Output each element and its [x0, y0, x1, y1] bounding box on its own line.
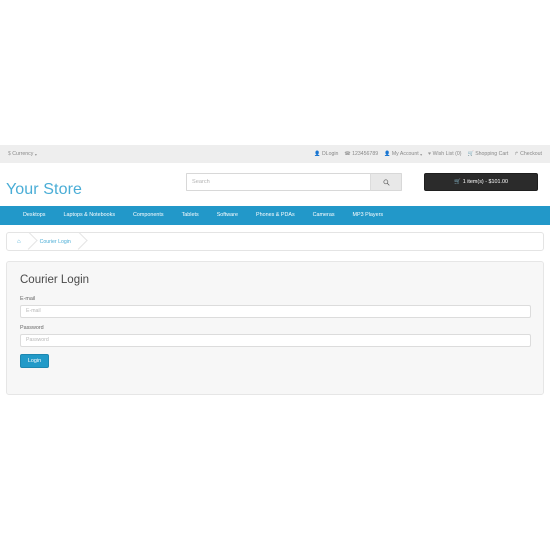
top-link-label: Wish List (0) [432, 151, 462, 157]
user-icon: 👤 [384, 150, 391, 157]
cart-button[interactable]: 🛒 1 item(s) - $101.00 [424, 173, 538, 191]
cart-total-label: 1 item(s) - $101.00 [462, 179, 508, 185]
search-bar [186, 173, 402, 191]
main-navigation: Desktops Laptops & Notebooks Components … [0, 206, 550, 225]
top-link-phone[interactable]: ☎ 123456789 [344, 151, 378, 157]
search-input[interactable] [186, 173, 370, 191]
password-label: Password [20, 324, 44, 331]
top-link-label: DLogin [321, 151, 339, 157]
top-link-checkout[interactable]: ↱ Checkout [514, 151, 542, 157]
login-button[interactable]: Login [20, 353, 49, 368]
user-icon: 👤 [314, 150, 321, 157]
password-form-group: Password [20, 324, 531, 347]
nav-item-phones-pdas[interactable]: Phones & PDAs [247, 206, 304, 225]
chevron-separator-icon [69, 233, 88, 250]
top-links: 👤 DLogin ☎ 123456789 👤 My Account ▾ ♥ Wi… [314, 151, 542, 157]
nav-item-laptops-notebooks[interactable]: Laptops & Notebooks [54, 206, 124, 225]
breadcrumb-home[interactable]: ⌂ [7, 233, 38, 250]
nav-item-mp3-players[interactable]: MP3 Players [344, 206, 393, 225]
top-link-login[interactable]: 👤 DLogin [314, 151, 338, 157]
search-button[interactable] [370, 173, 402, 191]
nav-item-desktops[interactable]: Desktops [14, 206, 54, 225]
password-field[interactable] [20, 333, 531, 347]
nav-item-components[interactable]: Components [124, 206, 173, 225]
dollar-icon: $ [8, 150, 11, 157]
currency-selector[interactable]: $ Currency ▾ [8, 151, 37, 157]
currency-label: Currency [12, 151, 34, 157]
breadcrumb: ⌂ Courier Login [6, 232, 544, 251]
email-field[interactable] [20, 304, 531, 318]
breadcrumb-item-courier-login[interactable]: Courier Login [30, 233, 88, 250]
search-icon [383, 179, 390, 186]
arrow-right-icon: ↱ [514, 150, 519, 157]
top-utility-bar: $ Currency ▾ 👤 DLogin ☎ 123456789 👤 My A… [0, 145, 550, 163]
chevron-down-icon: ▾ [420, 151, 423, 157]
storefront-page: $ Currency ▾ 👤 DLogin ☎ 123456789 👤 My A… [0, 0, 550, 550]
cart-icon: 🛒 [467, 150, 474, 157]
top-link-my-account[interactable]: 👤 My Account ▾ [384, 151, 422, 157]
breadcrumb-label: Courier Login [39, 238, 71, 245]
top-link-label: My Account [391, 151, 419, 157]
top-link-label: 123456789 [352, 151, 379, 157]
email-label: E-mail [20, 295, 36, 302]
top-link-shopping-cart[interactable]: 🛒 Shopping Cart [467, 151, 508, 157]
top-link-wish-list[interactable]: ♥ Wish List (0) [428, 151, 461, 157]
courier-login-panel: Courier Login E-mail Password Login [6, 261, 544, 395]
chevron-down-icon: ▾ [34, 151, 37, 157]
top-link-label: Checkout [520, 151, 542, 157]
nav-item-software[interactable]: Software [208, 206, 247, 225]
page-title: Courier Login [20, 274, 90, 286]
top-link-label: Shopping Cart [475, 151, 509, 157]
nav-item-tablets[interactable]: Tablets [173, 206, 208, 225]
nav-item-cameras[interactable]: Cameras [304, 206, 344, 225]
phone-icon: ☎ [344, 150, 351, 157]
cart-icon: 🛒 [454, 179, 461, 185]
store-logo[interactable]: Your Store [6, 181, 82, 199]
heart-icon: ♥ [428, 150, 432, 157]
email-form-group: E-mail [20, 295, 531, 318]
